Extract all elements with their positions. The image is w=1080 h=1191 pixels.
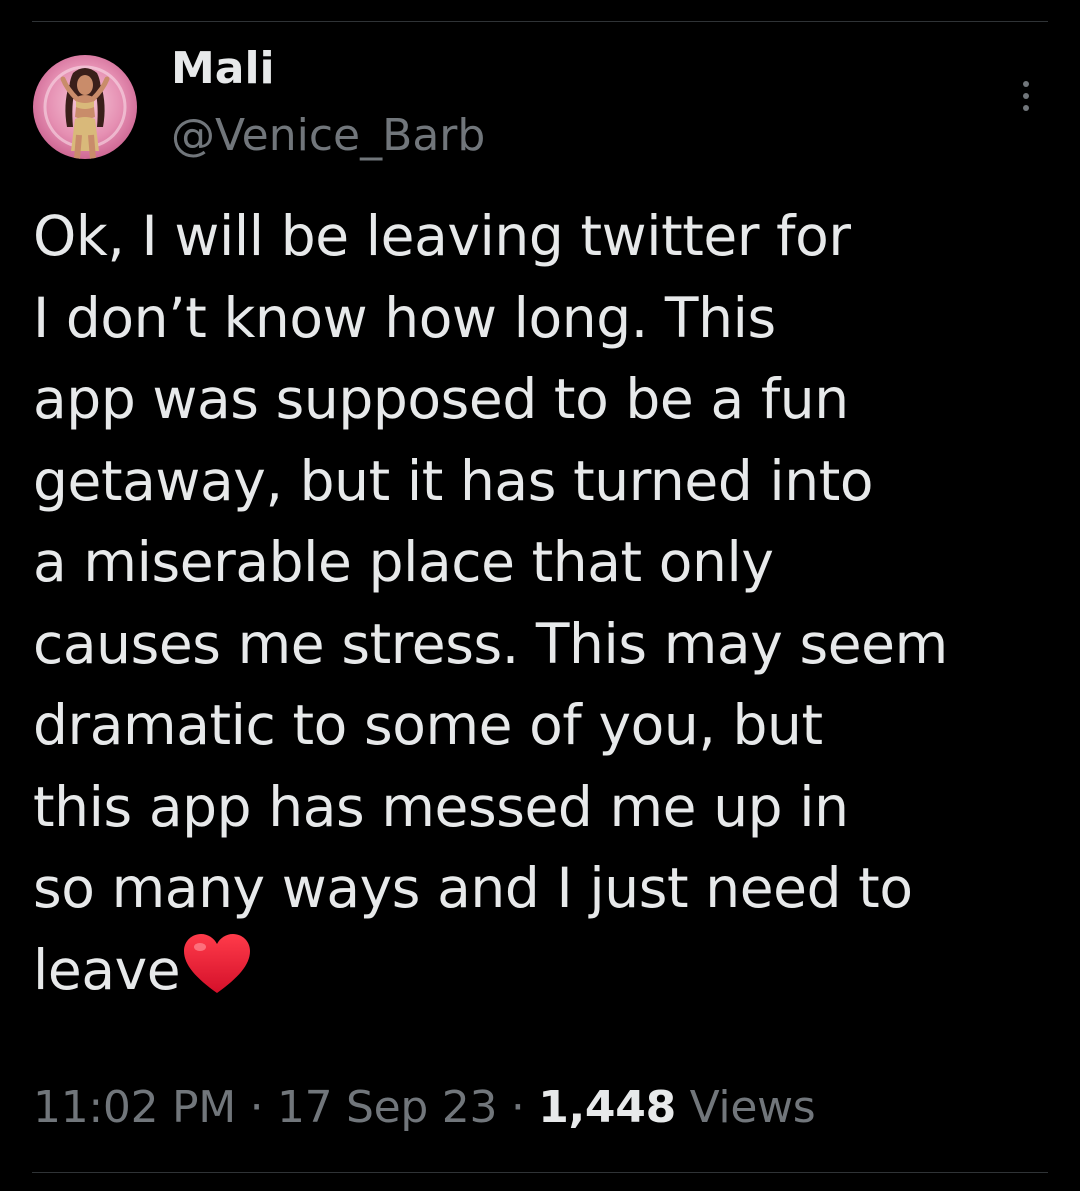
tweet-text-line-content: leave	[33, 937, 181, 1002]
heart-emoji-icon	[184, 933, 251, 993]
display-name[interactable]: Mali	[171, 41, 275, 97]
tweet-metadata: 11:02 PM · 17 Sep 23 · 1,448 Views	[33, 1080, 816, 1136]
more-vertical-icon	[1023, 81, 1029, 111]
tweet-time[interactable]: 11:02 PM	[33, 1082, 236, 1133]
meta-separator: ·	[497, 1082, 539, 1133]
avatar-image	[33, 55, 137, 159]
meta-separator: ·	[235, 1082, 277, 1133]
tweet-text-line-last: leave	[33, 930, 1033, 1012]
views-count[interactable]: 1,448	[538, 1082, 676, 1133]
tweet-text-line: getaway, but it has turned into	[33, 448, 874, 513]
tweet-text-line: a miserable place that only	[33, 530, 774, 594]
tweet-text-line: so many ways and I just need to	[33, 856, 913, 920]
tweet-text-line: app was supposed to be a fun	[33, 367, 849, 431]
tweet-text: Ok, I will be leaving twitter for I don’…	[33, 196, 1033, 1011]
tweet-text-line: causes me stress. This may seem	[33, 611, 948, 676]
tweet-text-line: Ok, I will be leaving twitter for	[33, 204, 851, 268]
top-divider	[32, 21, 1048, 22]
tweet-text-line: I don’t know how long. This	[33, 285, 776, 350]
user-handle[interactable]: @Venice_Barb	[171, 108, 485, 164]
avatar[interactable]	[33, 55, 137, 159]
tweet-text-line: dramatic to some of you, but	[33, 693, 823, 757]
more-options-button[interactable]	[1006, 76, 1046, 116]
tweet-text-line: this app has messed me up in	[33, 774, 849, 839]
views-label[interactable]: Views	[676, 1082, 816, 1133]
bottom-divider	[32, 1172, 1048, 1173]
tweet-date[interactable]: 17 Sep 23	[277, 1082, 497, 1133]
